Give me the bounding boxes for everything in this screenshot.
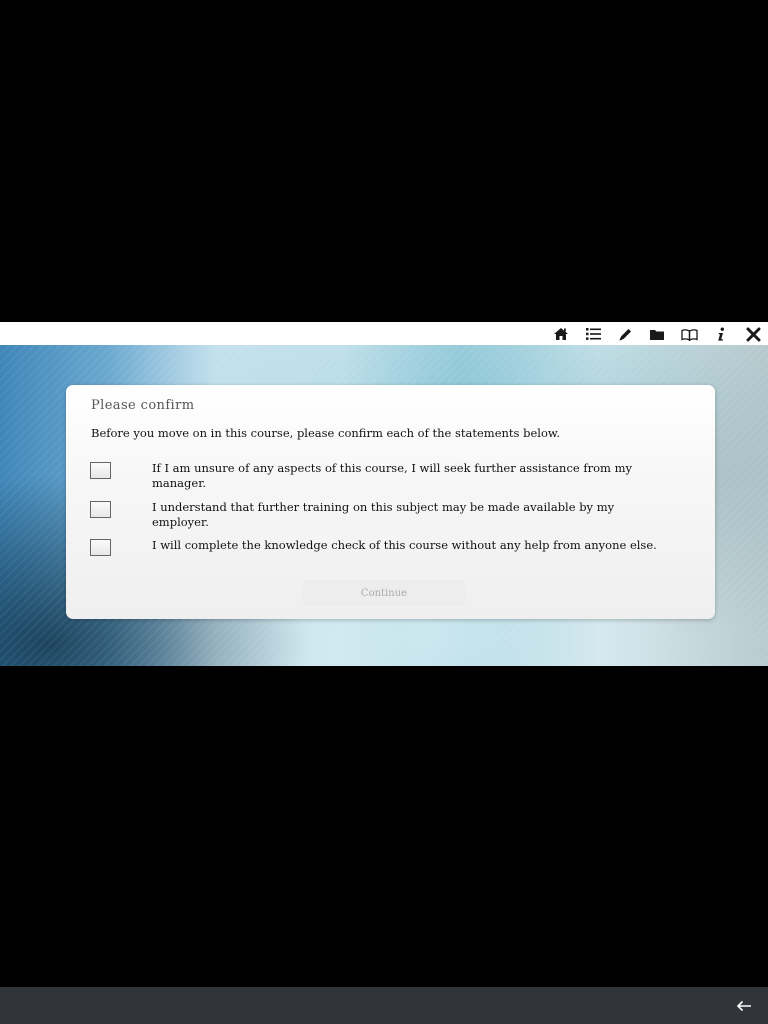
course-toolbar [0,322,768,345]
statement-item: I understand that further training on th… [90,500,690,535]
arrow-left-icon[interactable] [734,997,754,1015]
continue-button[interactable]: Continue [303,580,465,606]
statement-text: I understand that further training on th… [152,500,615,529]
statement-checkbox[interactable] [90,501,111,518]
statement-item: I will complete the knowledge check of t… [90,538,690,573]
statement-checkbox[interactable] [90,539,111,556]
confirm-dialog: Please confirm Before you move on in thi… [66,385,715,619]
close-icon[interactable] [744,325,762,343]
system-navigation-bar [0,987,768,1024]
statement-checkbox[interactable] [90,462,111,479]
statement-item: If I am unsure of any aspects of this co… [90,461,690,496]
home-icon[interactable] [552,325,570,343]
statement-text: If I am unsure of any aspects of this co… [152,461,633,490]
list-icon[interactable] [584,325,602,343]
statement-text: I will complete the knowledge check of t… [152,538,657,552]
dialog-title: Please confirm [91,398,195,413]
pencil-icon[interactable] [616,325,634,343]
book-icon[interactable] [680,325,698,343]
dialog-intro: Before you move on in this course, pleas… [91,426,560,440]
folder-icon[interactable] [648,325,666,343]
info-icon[interactable] [712,325,730,343]
